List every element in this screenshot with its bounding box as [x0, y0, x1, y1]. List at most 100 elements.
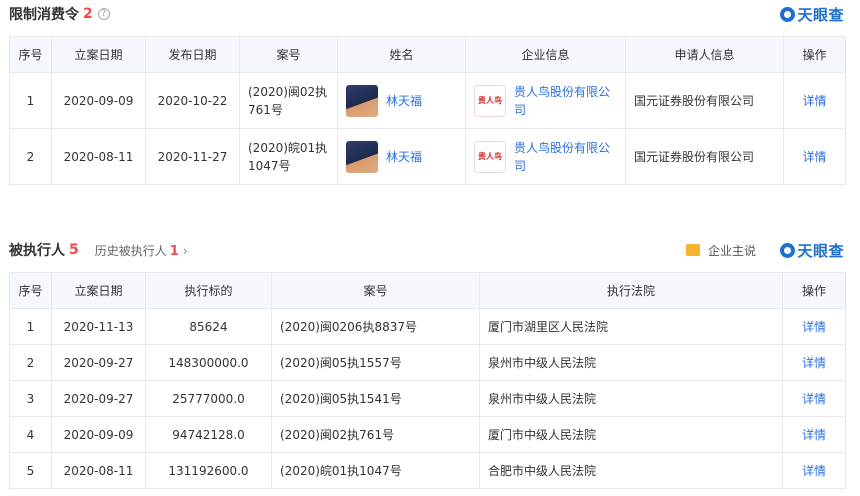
row-number: 1: [9, 72, 52, 129]
filed-date: 2020-09-09: [51, 416, 146, 453]
megaphone-icon: [685, 244, 700, 256]
execution-court: 厦门市中级人民法院: [479, 416, 783, 453]
restriction-count: 2: [83, 6, 93, 22]
table-row: 4 2020-09-09 94742128.0 (2020)闽02执761号 厦…: [9, 416, 846, 453]
table-row: 3 2020-09-27 25777000.0 (2020)闽05执1541号 …: [9, 380, 846, 417]
case-number: (2020)闽02执761号: [271, 416, 480, 453]
details-link[interactable]: 详情: [783, 128, 846, 185]
filed-date: 2020-09-09: [51, 72, 146, 129]
execution-court: 厦门市湖里区人民法院: [479, 308, 783, 345]
details-link[interactable]: 详情: [783, 72, 846, 129]
column-header: 企业信息: [465, 36, 626, 73]
restriction-header-row: 序号 立案日期 发布日期 案号 姓名 企业信息 申请人信息 操作: [9, 36, 846, 73]
execution-amount: 94742128.0: [145, 416, 272, 453]
column-header: 序号: [9, 272, 52, 309]
case-number: (2020)皖01执1047号: [271, 452, 480, 489]
filed-date: 2020-08-11: [51, 128, 146, 185]
business-owner-link[interactable]: 企业主说: [685, 242, 756, 259]
case-number: (2020)皖01执1047号: [239, 128, 338, 185]
column-header: 执行法院: [479, 272, 783, 309]
company-logo-text: 贵人鸟: [478, 96, 502, 105]
column-header: 案号: [271, 272, 480, 309]
executed-header-row: 序号 立案日期 执行标的 案号 执行法院 操作: [9, 272, 846, 309]
tianyancha-logo-text: 天眼查: [797, 5, 844, 24]
table-row: 2 2020-09-27 148300000.0 (2020)闽05执1557号…: [9, 344, 846, 381]
executed-table: 序号 立案日期 执行标的 案号 执行法院 操作 1 2020-11-13 856…: [9, 272, 846, 489]
tianyancha-logo-icon: [780, 6, 796, 22]
column-header: 序号: [9, 36, 52, 73]
company-name-link[interactable]: 贵人鸟股份有限公司: [514, 83, 617, 119]
execution-court: 泉州市中级人民法院: [479, 380, 783, 417]
person-cell: 林天福: [337, 72, 466, 129]
case-number: (2020)闽05执1541号: [271, 380, 480, 417]
details-link[interactable]: 详情: [782, 344, 846, 381]
executed-header: 被执行人 5 历史被执行人 1 › 企业主说 天眼查: [0, 236, 860, 264]
execution-amount: 85624: [145, 308, 272, 345]
filed-date: 2020-09-27: [51, 380, 146, 417]
execution-amount: 25777000.0: [145, 380, 272, 417]
column-header: 执行标的: [145, 272, 272, 309]
row-number: 5: [9, 452, 52, 489]
column-header: 姓名: [337, 36, 466, 73]
table-row: 2 2020-08-11 2020-11-27 (2020)皖01执1047号 …: [9, 128, 846, 185]
company-cell: 贵人鸟 贵人鸟股份有限公司: [465, 72, 626, 129]
column-header: 立案日期: [51, 272, 146, 309]
applicant: 国元证券股份有限公司: [625, 128, 784, 185]
column-header: 案号: [239, 36, 338, 73]
company-logo[interactable]: 贵人鸟: [474, 84, 506, 117]
history-executed-count: 1: [169, 243, 179, 259]
avatar[interactable]: [346, 84, 378, 117]
case-number: (2020)闽0206执8837号: [271, 308, 480, 345]
tianyancha-logo-icon: [780, 242, 796, 258]
row-number: 3: [9, 380, 52, 417]
person-name-link[interactable]: 林天福: [386, 148, 422, 165]
restriction-title: 限制消费令: [9, 7, 79, 23]
row-number: 2: [9, 344, 52, 381]
details-link[interactable]: 详情: [782, 416, 846, 453]
filed-date: 2020-11-13: [51, 308, 146, 345]
case-number: (2020)闽05执1557号: [271, 344, 480, 381]
column-header: 申请人信息: [625, 36, 784, 73]
company-logo-text: 贵人鸟: [478, 152, 502, 161]
published-date: 2020-10-22: [145, 72, 240, 129]
execution-amount: 131192600.0: [145, 452, 272, 489]
execution-court: 泉州市中级人民法院: [479, 344, 783, 381]
applicant: 国元证券股份有限公司: [625, 72, 784, 129]
details-link[interactable]: 详情: [782, 380, 846, 417]
help-icon[interactable]: ?: [97, 8, 110, 20]
history-executed-link[interactable]: 历史被执行人 1 ›: [95, 242, 188, 259]
details-link[interactable]: 详情: [782, 308, 846, 345]
case-number: (2020)闽02执761号: [239, 72, 338, 129]
person-cell: 林天福: [337, 128, 466, 185]
column-header: 操作: [783, 36, 846, 73]
tianyancha-logo-text: 天眼查: [797, 241, 844, 260]
business-owner-label: 企业主说: [707, 243, 756, 258]
execution-amount: 148300000.0: [145, 344, 272, 381]
column-header: 立案日期: [51, 36, 146, 73]
company-logo[interactable]: 贵人鸟: [474, 140, 506, 173]
tianyancha-logo: 天眼查: [780, 4, 844, 25]
company-cell: 贵人鸟 贵人鸟股份有限公司: [465, 128, 626, 185]
tianyancha-logo: 天眼查: [780, 240, 844, 261]
table-row: 5 2020-08-11 131192600.0 (2020)皖01执1047号…: [9, 452, 846, 489]
filed-date: 2020-08-11: [51, 452, 146, 489]
table-row: 1 2020-11-13 85624 (2020)闽0206执8837号 厦门市…: [9, 308, 846, 345]
column-header: 发布日期: [145, 36, 240, 73]
restriction-table: 序号 立案日期 发布日期 案号 姓名 企业信息 申请人信息 操作 1 2020-…: [9, 36, 846, 185]
executed-title: 被执行人: [9, 243, 65, 259]
person-name-link[interactable]: 林天福: [386, 92, 422, 109]
history-executed-label: 历史被执行人: [94, 243, 167, 258]
avatar[interactable]: [346, 140, 378, 173]
chevron-right-icon: ›: [182, 243, 188, 258]
column-header: 操作: [782, 272, 846, 309]
executed-count: 5: [69, 242, 79, 258]
row-number: 1: [9, 308, 52, 345]
company-name-link[interactable]: 贵人鸟股份有限公司: [514, 139, 617, 175]
row-number: 2: [9, 128, 52, 185]
row-number: 4: [9, 416, 52, 453]
published-date: 2020-11-27: [145, 128, 240, 185]
details-link[interactable]: 详情: [782, 452, 846, 489]
execution-court: 合肥市中级人民法院: [479, 452, 783, 489]
restriction-header: 限制消费令 2 ? 天眼查: [0, 0, 860, 28]
table-row: 1 2020-09-09 2020-10-22 (2020)闽02执761号 林…: [9, 72, 846, 129]
